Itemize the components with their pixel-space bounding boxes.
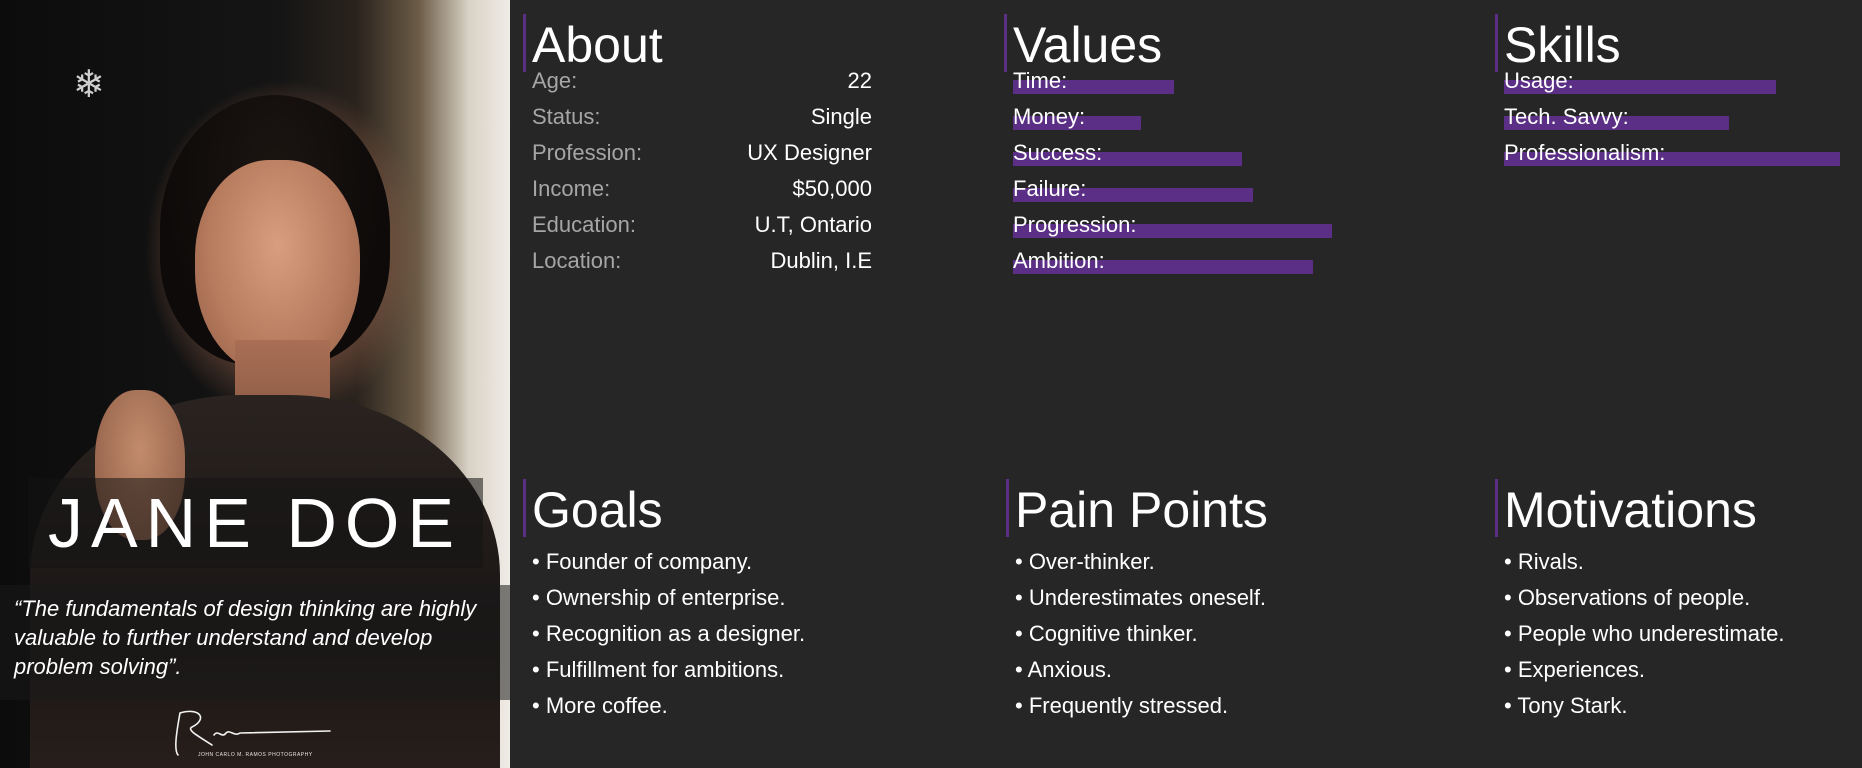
pain-points-section: Pain Points bbox=[1006, 0, 1406, 768]
motivations-section: Motivations bbox=[1495, 0, 1855, 768]
goals-item: • Ownership of enterprise. bbox=[532, 585, 786, 610]
pain-point-item: • Over-thinker. bbox=[1015, 549, 1155, 574]
goals-item: • Recognition as a designer. bbox=[532, 621, 806, 646]
pain-point-item: • Underestimates oneself. bbox=[1015, 585, 1267, 610]
pain-point-item: • Anxious. bbox=[1015, 657, 1112, 682]
goals-item: • More coffee. bbox=[532, 693, 668, 718]
goals-title: Goals bbox=[532, 482, 663, 538]
motivation-item: • Experiences. bbox=[1504, 657, 1645, 682]
pain-point-item: • Frequently stressed. bbox=[1015, 693, 1229, 718]
pain-point-item: • Cognitive thinker. bbox=[1015, 621, 1198, 646]
motivations-title: Motivations bbox=[1504, 482, 1757, 538]
goals-item: • Fulfillment for ambitions. bbox=[532, 657, 785, 682]
persona-photo: ❄ JANE DOE “The fundamentals of design t… bbox=[0, 0, 510, 768]
persona-quote: “The fundamentals of design thinking are… bbox=[14, 596, 477, 679]
snowflake-icon: ❄ bbox=[73, 62, 105, 106]
pain-points-accent bbox=[1006, 479, 1009, 537]
photo-credit: JOHN CARLO M. RAMOS PHOTOGRAPHY bbox=[198, 752, 313, 758]
goals-section: Goals bbox=[523, 0, 903, 768]
goals-accent bbox=[523, 479, 526, 537]
motivation-item: • Tony Stark. bbox=[1504, 693, 1628, 718]
persona-name: JANE DOE bbox=[47, 484, 463, 562]
motivations-accent bbox=[1495, 479, 1498, 537]
motivation-item: • Observations of people. bbox=[1504, 585, 1751, 610]
motivation-item: • Rivals. bbox=[1504, 549, 1584, 574]
motivation-item: • People who underestimate. bbox=[1504, 621, 1785, 646]
pain-points-title: Pain Points bbox=[1015, 482, 1268, 538]
goals-item: • Founder of company. bbox=[532, 549, 753, 574]
